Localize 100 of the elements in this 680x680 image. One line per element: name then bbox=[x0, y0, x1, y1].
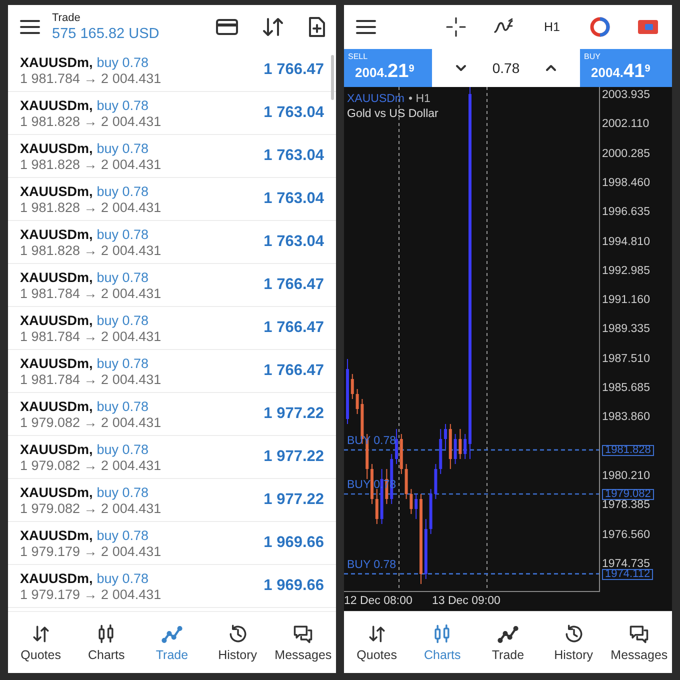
position-row[interactable]: XAUUSDm, buy 0.78 1 981.828 → 2 004.431 1 763.04 bbox=[8, 221, 336, 264]
position-row[interactable]: XAUUSDm, buy 0.78 1 981.828 → 2 004.431 1 763.04 bbox=[8, 178, 336, 221]
nav-tab[interactable]: Charts bbox=[74, 612, 140, 673]
price-tick: 1991.160 bbox=[602, 295, 650, 306]
open-close-prices: 1 979.082 → 2 004.431 bbox=[20, 414, 162, 430]
nav-tab[interactable]: Trade bbox=[475, 612, 541, 673]
symbol: XAUUSDm, bbox=[20, 528, 93, 542]
candle bbox=[346, 358, 349, 424]
price-tick: 1983.860 bbox=[602, 412, 650, 422]
candle bbox=[410, 488, 413, 514]
open-close-prices: 1 981.784 → 2 004.431 bbox=[20, 328, 162, 344]
price-tick: 1996.635 bbox=[602, 207, 650, 218]
order-side: buy 0.78 bbox=[96, 98, 149, 112]
profit: 1 969.66 bbox=[264, 534, 324, 552]
price-tick: 1998.460 bbox=[602, 178, 650, 188]
menu-icon[interactable] bbox=[356, 19, 376, 35]
candle bbox=[395, 428, 398, 464]
order-side: buy 0.78 bbox=[96, 570, 149, 586]
open-close-prices: 1 981.828 → 2 004.431 bbox=[20, 242, 162, 258]
order-side: buy 0.78 bbox=[96, 184, 149, 198]
chat-icon bbox=[628, 623, 650, 645]
timeframe-button[interactable]: H1 bbox=[544, 20, 560, 34]
profit: 1 766.47 bbox=[264, 319, 324, 337]
nav-tab[interactable]: Charts bbox=[410, 612, 476, 673]
volume-field[interactable]: 0.78 bbox=[492, 60, 520, 76]
order-side: buy 0.78 bbox=[96, 442, 149, 456]
position-row[interactable]: XAUUSDm, buy 0.78 1 981.784 → 2 004.431 1 766.47 bbox=[8, 350, 336, 393]
screen-title: Trade bbox=[52, 12, 82, 24]
profit: 1 969.66 bbox=[264, 577, 324, 595]
order-side: buy 0.78 bbox=[96, 484, 149, 500]
time-label: 12 Dec 08:00 bbox=[344, 595, 412, 607]
order-side: buy 0.78 bbox=[96, 226, 149, 242]
order-price-tag: 1981.828 bbox=[602, 444, 654, 456]
nav-tab[interactable]: Messages bbox=[270, 612, 336, 673]
nav-tab[interactable]: Messages bbox=[606, 612, 672, 673]
order-side: buy 0.78 bbox=[96, 356, 149, 370]
menu-icon[interactable] bbox=[20, 19, 40, 35]
new-order-icon[interactable] bbox=[308, 16, 326, 38]
position-row[interactable]: XAUUSDm, buy 0.78 1 979.082 → 2 004.431 1 977.22 bbox=[8, 436, 336, 479]
symbol: XAUUSDm, bbox=[20, 356, 93, 370]
chat-icon bbox=[292, 623, 314, 645]
open-close-prices: 1 979.082 → 2 004.431 bbox=[20, 458, 162, 472]
open-close-prices: 1 979.179 → 2 004.431 bbox=[20, 544, 162, 558]
candle bbox=[356, 388, 359, 414]
position-row[interactable]: XAUUSDm, buy 0.78 1 979.082 → 2 004.431 1 977.22 bbox=[8, 393, 336, 436]
position-row[interactable]: XAUUSDm, buy 0.78 1 979.179 → 2 004.431 1 969.66 bbox=[8, 522, 336, 565]
candle bbox=[448, 424, 452, 470]
candle bbox=[424, 518, 428, 580]
sort-icon[interactable] bbox=[262, 17, 284, 37]
position-row[interactable]: XAUUSDm, buy 0.78 1 979.179 → 2 004.431 1 969.66 bbox=[8, 565, 336, 608]
profit: 1 766.47 bbox=[264, 276, 324, 294]
scrollbar[interactable] bbox=[331, 55, 334, 100]
nav-tab[interactable]: Quotes bbox=[344, 612, 410, 673]
candle bbox=[350, 374, 354, 400]
open-close-prices: 1 981.828 → 2 004.431 bbox=[20, 200, 162, 214]
position-row[interactable]: XAUUSDm, buy 0.78 1 981.828 → 2 004.431 1 763.04 bbox=[8, 92, 336, 135]
chevron-down-icon[interactable] bbox=[454, 63, 468, 73]
nav-tab[interactable]: History bbox=[204, 612, 270, 673]
position-row[interactable]: XAUUSDm, buy 0.78 1 981.784 → 2 004.431 1 766.47 bbox=[8, 264, 336, 307]
order-side: buy 0.78 bbox=[96, 140, 149, 156]
price-tick: 2002.110 bbox=[602, 119, 650, 130]
profit: 1 766.47 bbox=[264, 61, 324, 79]
symbol: XAUUSDm, bbox=[20, 270, 93, 284]
candle bbox=[404, 464, 408, 500]
position-row[interactable]: XAUUSDm, buy 0.78 1 981.784 → 2 004.431 1 766.47 bbox=[8, 307, 336, 350]
chart-type-icon[interactable] bbox=[589, 16, 611, 38]
position-row[interactable]: XAUUSDm, buy 0.78 1 979.082 → 2 004.431 1 977.22 bbox=[8, 479, 336, 522]
chevron-up-icon[interactable] bbox=[544, 63, 558, 73]
symbol: XAUUSDm, bbox=[20, 140, 93, 156]
open-close-prices: 1 981.784 → 2 004.431 bbox=[20, 372, 162, 386]
symbol: XAUUSDm, bbox=[20, 98, 93, 112]
account-balance: 575 165.82 USD bbox=[52, 26, 160, 42]
order-side: buy 0.78 bbox=[96, 54, 149, 70]
candle bbox=[375, 488, 378, 524]
price-tick: 1987.510 bbox=[602, 354, 650, 364]
crosshair-icon[interactable] bbox=[446, 17, 466, 37]
candle bbox=[400, 434, 403, 474]
price-tick: 2003.935 bbox=[602, 90, 650, 100]
position-row[interactable]: XAUUSDm, buy 0.78 1 981.828 → 2 004.431 1 763.04 bbox=[8, 135, 336, 178]
nav-tab[interactable]: Trade bbox=[139, 612, 205, 673]
chart-symbol: XAUUSDm bbox=[347, 93, 405, 105]
price-tick: 1992.985 bbox=[602, 266, 650, 276]
symbol: XAUUSDm, bbox=[20, 442, 93, 456]
profit: 1 763.04 bbox=[264, 147, 324, 165]
price-tick: 1994.810 bbox=[602, 236, 650, 246]
nav-tab[interactable]: Quotes bbox=[8, 612, 74, 673]
symbol: XAUUSDm, bbox=[20, 54, 93, 70]
order-label: BUY 0.78 bbox=[347, 558, 396, 571]
nav-tab[interactable]: History bbox=[540, 612, 606, 673]
symbol-description: Gold vs US Dollar bbox=[347, 108, 438, 120]
card-icon[interactable] bbox=[216, 18, 238, 36]
price-tick: 1976.560 bbox=[602, 530, 650, 540]
profit: 1 763.04 bbox=[264, 190, 324, 208]
price-tick: 1978.385 bbox=[602, 500, 650, 510]
price-tick: 1989.335 bbox=[602, 324, 650, 334]
order-side: buy 0.78 bbox=[96, 270, 149, 284]
profit: 1 977.22 bbox=[264, 491, 324, 509]
price-tick: 1980.210 bbox=[602, 470, 650, 481]
candle bbox=[454, 434, 457, 464]
line-chart-icon bbox=[496, 623, 519, 645]
